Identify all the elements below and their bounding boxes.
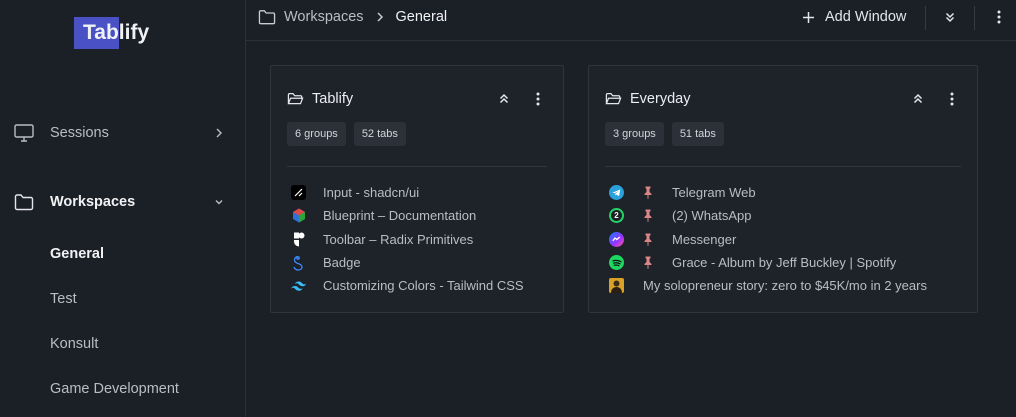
blueprint-icon	[291, 208, 306, 223]
messenger-icon	[609, 231, 624, 247]
tab-item[interactable]: Toolbar – Radix Primitives	[291, 228, 553, 251]
more-vertical-icon	[997, 10, 1001, 24]
chevrons-up-icon	[912, 93, 924, 105]
tab-item[interactable]: Grace - Album by Jeff Buckley | Spotify	[609, 251, 967, 274]
tab-item[interactable]: Blueprint – Documentation	[291, 204, 553, 227]
sidebar-item-label: Sessions	[50, 125, 109, 141]
plus-icon	[802, 11, 815, 24]
folder-icon	[258, 9, 276, 25]
chevrons-down-icon	[944, 11, 956, 23]
chevrons-up-icon	[498, 93, 510, 105]
pin-icon[interactable]	[641, 232, 655, 246]
tab-item[interactable]: Input - shadcn/ui	[291, 181, 553, 204]
tab-item[interactable]: Messenger	[609, 228, 967, 251]
logo-highlight: Tab	[74, 17, 119, 49]
workspace-card-tablify: Tablify 6 groups 52 tabs Input - shadcn/…	[270, 65, 564, 313]
breadcrumb-workspaces[interactable]: Workspaces	[284, 9, 364, 25]
top-bar: Workspaces General Add Window	[246, 0, 1016, 41]
card-more-button[interactable]	[529, 90, 547, 108]
tab-title: My solopreneur story: zero to $45K/mo in…	[643, 278, 927, 294]
favicon-badge: 2	[611, 210, 622, 222]
chevron-right-icon	[376, 12, 384, 22]
sidebar-item-label: Workspaces	[50, 194, 136, 210]
collapse-card-button[interactable]	[909, 90, 927, 108]
workspace-item-general[interactable]: General	[50, 246, 104, 262]
tab-list: Telegram Web 2 (2) WhatsApp Messenger Gr…	[609, 181, 967, 297]
tab-title: Input - shadcn/ui	[323, 185, 420, 201]
divider	[287, 166, 547, 167]
folder-open-icon	[605, 92, 622, 107]
breadcrumb: Workspaces General	[258, 8, 447, 26]
add-window-label: Add Window	[825, 9, 907, 25]
workspace-item-test[interactable]: Test	[50, 291, 77, 307]
tab-item[interactable]: Telegram Web	[609, 181, 967, 204]
workspace-item-game-development[interactable]: Game Development	[50, 381, 179, 397]
collapse-card-button[interactable]	[495, 90, 513, 108]
avatar-thumbnail-icon	[609, 278, 624, 294]
card-more-button[interactable]	[943, 90, 961, 108]
tab-title: Messenger	[672, 231, 737, 247]
chevron-right-icon	[214, 128, 224, 138]
tab-title: Grace - Album by Jeff Buckley | Spotify	[672, 255, 897, 271]
shadcn-icon	[291, 185, 306, 201]
workspace-card-everyday: Everyday 3 groups 51 tabs Telegram Web 2…	[588, 65, 978, 313]
tailwind-icon	[291, 278, 306, 293]
whatsapp-icon: 2	[609, 208, 624, 224]
radix-icon	[291, 232, 306, 247]
add-window-button[interactable]: Add Window	[802, 6, 906, 28]
tab-title: Telegram Web	[672, 185, 756, 201]
badge-site-icon	[291, 255, 306, 271]
pin-icon[interactable]	[641, 209, 655, 223]
tab-item[interactable]: Badge	[291, 251, 553, 274]
more-vertical-icon	[950, 92, 954, 106]
tab-title: Toolbar – Radix Primitives	[323, 231, 474, 247]
logo-rest: lify	[118, 21, 150, 44]
folder-open-icon	[287, 92, 304, 107]
divider	[605, 166, 961, 167]
monitor-icon	[14, 123, 36, 143]
tab-item[interactable]: Customizing Colors - Tailwind CSS	[291, 274, 553, 297]
breadcrumb-general: General	[395, 9, 448, 25]
card-title: Everyday	[630, 91, 691, 107]
toolbar-divider	[974, 6, 975, 30]
telegram-icon	[609, 185, 624, 201]
toolbar-divider	[925, 6, 926, 30]
card-title: Tablify	[312, 91, 354, 107]
tab-title: Customizing Colors - Tailwind CSS	[323, 278, 524, 294]
pin-icon[interactable]	[641, 186, 655, 200]
tab-item[interactable]: My solopreneur story: zero to $45K/mo in…	[609, 274, 967, 297]
tab-title: Blueprint – Documentation	[323, 208, 477, 224]
tab-item[interactable]: 2 (2) WhatsApp	[609, 204, 967, 227]
sidebar-item-workspaces[interactable]: Workspaces	[14, 190, 224, 214]
workspace-item-konsult[interactable]: Konsult	[50, 336, 98, 352]
chevron-down-icon	[214, 197, 224, 207]
tabs-badge: 52 tabs	[353, 122, 406, 146]
sidebar: Tab lify Sessions Workspaces General Test…	[0, 0, 246, 417]
tab-list: Input - shadcn/ui Blueprint – Documentat…	[291, 181, 553, 297]
groups-badge: 6 groups	[287, 122, 346, 146]
more-options-button[interactable]	[990, 8, 1008, 26]
groups-badge: 3 groups	[605, 122, 664, 146]
tabs-badge: 51 tabs	[671, 122, 724, 146]
collapse-all-button[interactable]	[941, 8, 959, 26]
pin-icon[interactable]	[641, 256, 655, 270]
tab-title: (2) WhatsApp	[672, 208, 752, 224]
spotify-icon	[609, 255, 624, 271]
folder-icon	[14, 192, 36, 212]
sidebar-item-sessions[interactable]: Sessions	[14, 121, 224, 145]
tab-title: Badge	[323, 255, 361, 271]
more-vertical-icon	[536, 92, 540, 106]
app-logo[interactable]: Tab lify	[74, 17, 149, 49]
